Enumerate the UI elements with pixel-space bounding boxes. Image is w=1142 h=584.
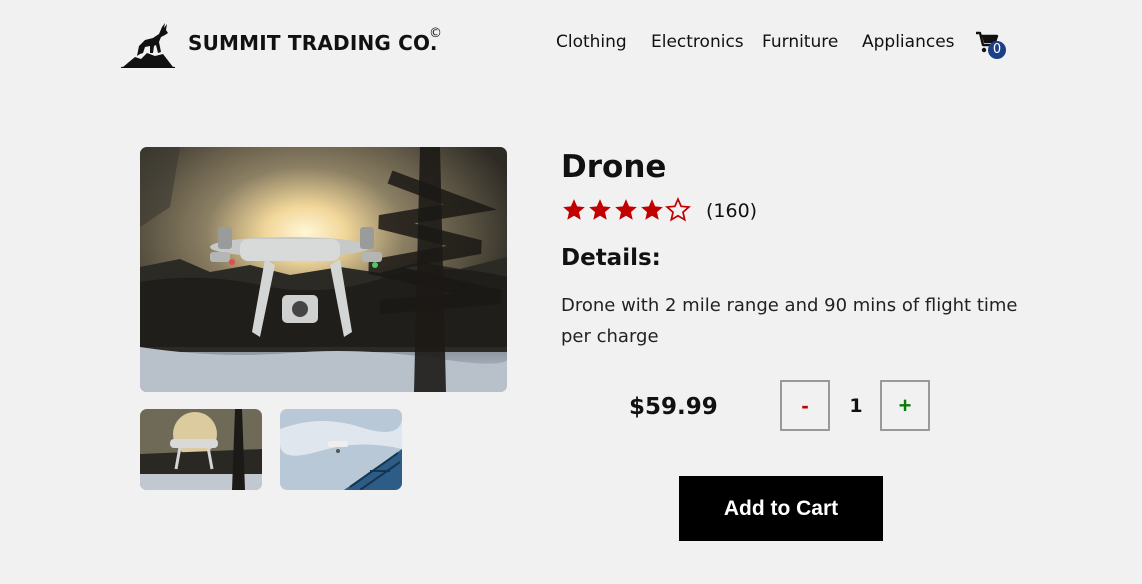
brand-name: SUMMIT TRADING CO. [188, 31, 438, 55]
quantity-increase-button[interactable]: + [880, 380, 930, 431]
product-main-image [140, 147, 507, 392]
quantity-value: 1 [849, 395, 863, 417]
copyright-mark: © [429, 26, 442, 41]
nav-item-appliances[interactable]: Appliances [862, 32, 955, 52]
product-price: $59.99 [629, 394, 718, 420]
rating-stars [561, 197, 691, 223]
details-heading: Details: [561, 245, 661, 271]
thumbnail-drone-sky[interactable] [280, 409, 402, 490]
star-filled-icon [563, 199, 585, 220]
logo-link[interactable] [121, 20, 175, 68]
drone-photo [140, 147, 507, 392]
nav-item-electronics[interactable]: Electronics [651, 32, 744, 52]
cart-button[interactable]: 0 [975, 31, 1007, 61]
cart-count-badge: 0 [988, 41, 1006, 59]
nav-item-furniture[interactable]: Furniture [762, 32, 838, 52]
star-filled-icon [615, 199, 637, 220]
quantity-decrease-button[interactable]: - [780, 380, 830, 431]
site-header: SUMMIT TRADING CO. © Clothing Electronic… [0, 0, 1142, 90]
mountain-goat-icon [121, 23, 175, 68]
rating-count: (160) [706, 200, 758, 222]
thumbnail-drone-forest[interactable] [140, 409, 262, 490]
add-to-cart-button[interactable]: Add to Cart [679, 476, 883, 541]
star-filled-icon [641, 199, 663, 220]
star-empty-icon [665, 197, 691, 222]
nav-item-clothing[interactable]: Clothing [556, 32, 627, 52]
star-filled-icon [589, 199, 611, 220]
product-description: Drone with 2 mile range and 90 mins of f… [561, 295, 1018, 347]
product-title: Drone [561, 149, 667, 185]
